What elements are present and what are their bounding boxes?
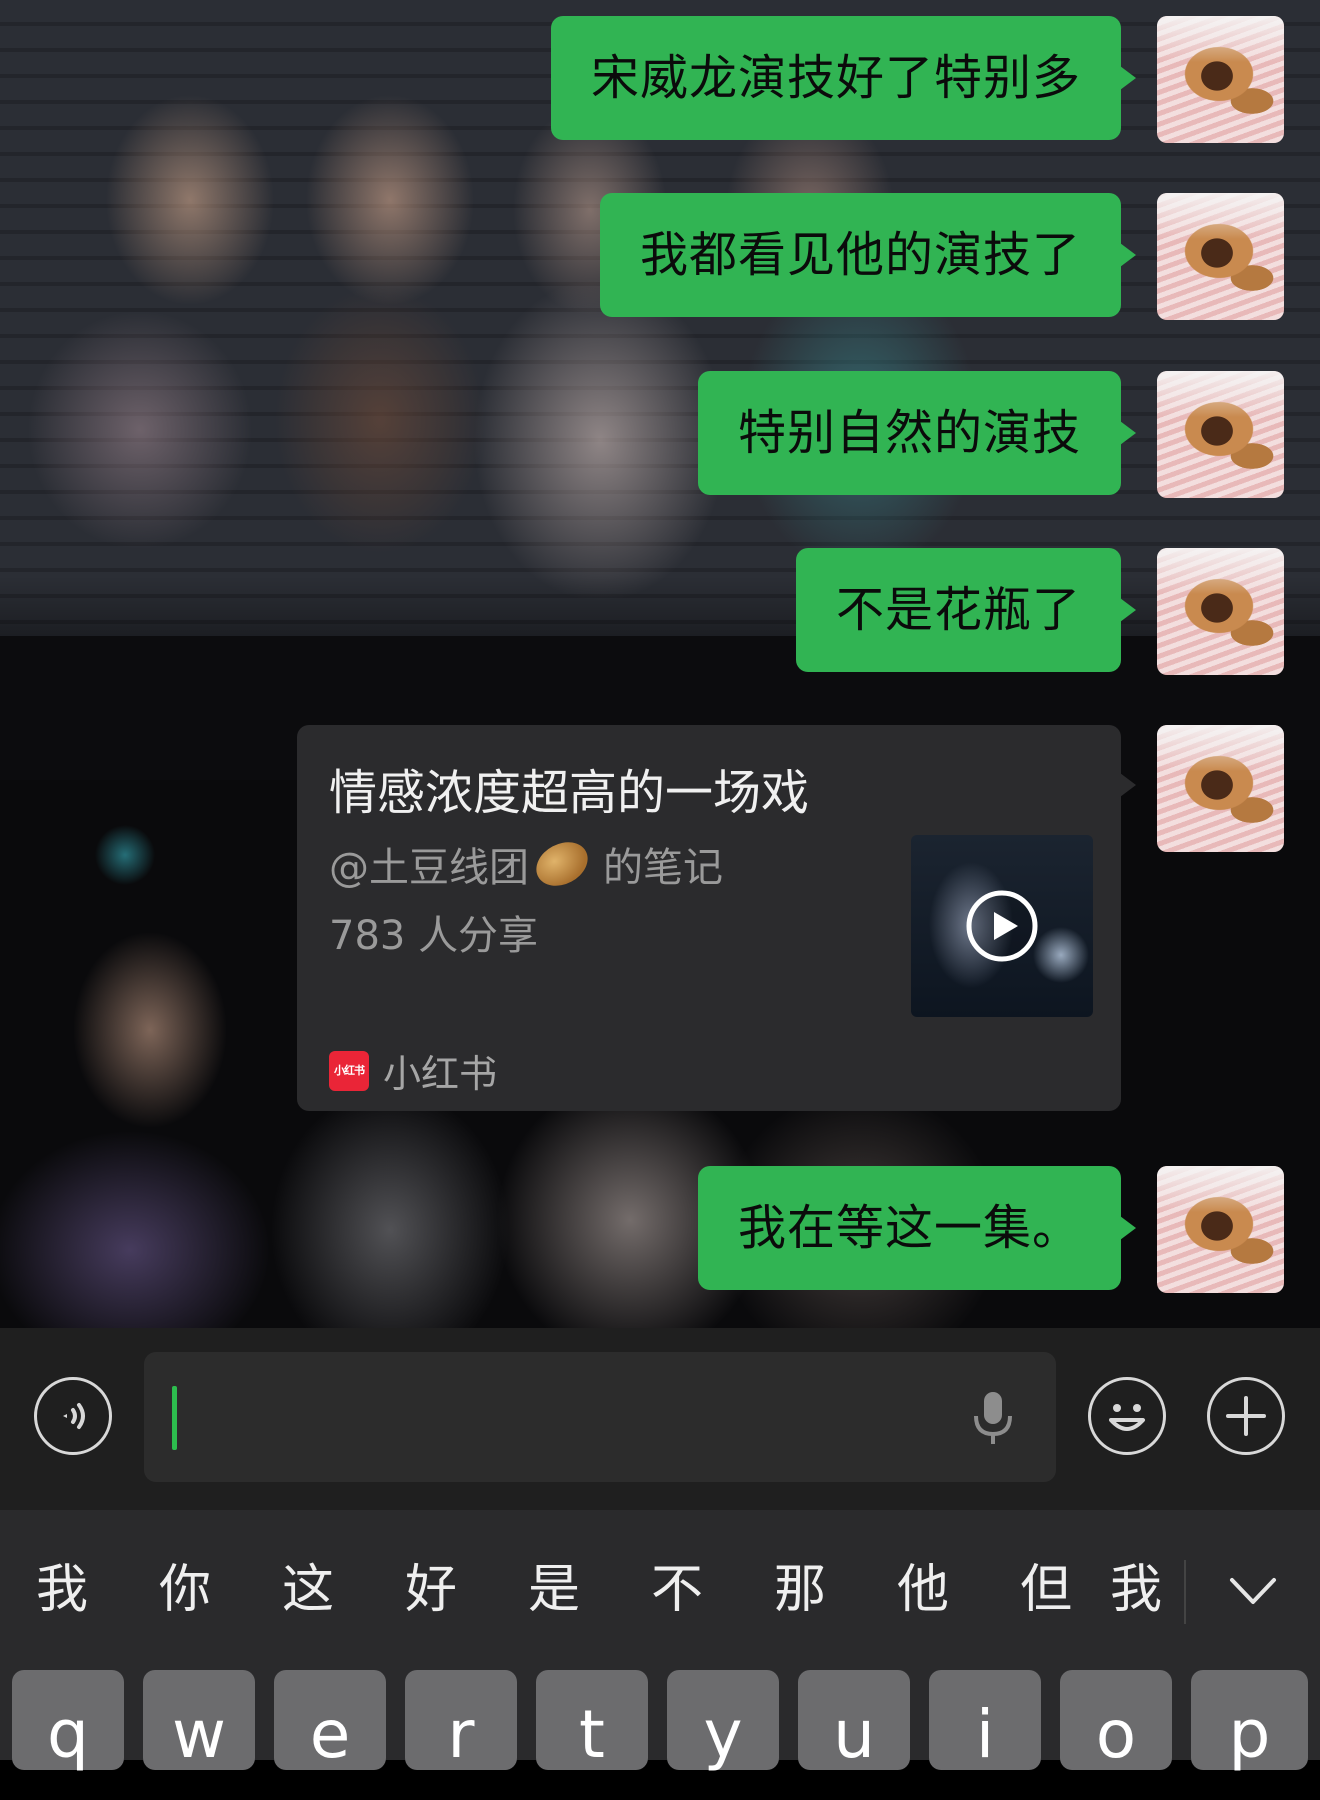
avatar[interactable] xyxy=(1157,16,1284,143)
xiaohongshu-logo-icon: 小红书 xyxy=(329,1050,369,1091)
card-author-name: @土豆线团 xyxy=(329,845,529,891)
key-y[interactable]: y xyxy=(667,1670,779,1773)
candidate-word[interactable]: 这 xyxy=(268,1510,348,1670)
message-text: 特别自然的演技 xyxy=(737,405,1081,461)
message-bubble[interactable]: 我在等这一集。 xyxy=(697,1166,1137,1290)
candidate-word[interactable]: 我 xyxy=(22,1510,102,1670)
avatar[interactable] xyxy=(1157,725,1284,852)
key-q[interactable]: q xyxy=(12,1670,124,1773)
candidate-word[interactable]: 不 xyxy=(637,1510,717,1670)
microphone-icon[interactable] xyxy=(970,1390,1016,1446)
candidate-divider xyxy=(1184,1560,1186,1624)
potato-emoji-icon xyxy=(528,833,596,895)
message-text: 不是花瓶了 xyxy=(835,582,1081,638)
key-u[interactable]: u xyxy=(798,1670,910,1773)
candidate-word[interactable]: 那 xyxy=(760,1510,840,1670)
avatar[interactable] xyxy=(1157,548,1284,675)
avatar[interactable] xyxy=(1157,371,1284,498)
message-text: 我都看见他的演技了 xyxy=(639,227,1081,283)
candidate-word[interactable]: 我 xyxy=(1110,1510,1184,1670)
card-author: @土豆线团 的笔记 xyxy=(329,833,723,895)
chevron-down-icon[interactable] xyxy=(1226,1566,1280,1614)
keyboard: 我 你 这 好 是 不 那 他 但 我 q w e r t y u i o p xyxy=(0,1510,1320,1773)
avatar[interactable] xyxy=(1157,1166,1284,1293)
voice-icon xyxy=(63,1403,85,1429)
input-bar xyxy=(0,1328,1320,1510)
message-text: 我在等这一集。 xyxy=(737,1200,1081,1256)
candidate-word[interactable]: 他 xyxy=(883,1510,963,1670)
voice-mode-button[interactable] xyxy=(34,1377,112,1455)
candidate-word[interactable]: 好 xyxy=(391,1510,471,1670)
key-w[interactable]: w xyxy=(143,1670,255,1773)
more-options-button[interactable] xyxy=(1207,1377,1285,1455)
message-bubble[interactable]: 宋威龙演技好了特别多 xyxy=(550,16,1137,140)
card-source-name: 小红书 xyxy=(383,1052,498,1096)
card-title: 情感浓度超高的一场戏 xyxy=(329,765,810,821)
emoji-icon xyxy=(1109,1404,1145,1431)
key-o[interactable]: o xyxy=(1060,1670,1172,1773)
key-p[interactable]: p xyxy=(1191,1670,1308,1773)
candidate-bar: 我 你 这 好 是 不 那 他 但 我 xyxy=(0,1510,1320,1670)
shared-note-card[interactable]: 情感浓度超高的一场戏 @土豆线团 的笔记 783 人分享 小红书 小红书 xyxy=(297,725,1136,1111)
card-author-suffix: 的笔记 xyxy=(603,845,723,891)
emoji-button[interactable] xyxy=(1088,1377,1166,1455)
card-source: 小红书 小红书 xyxy=(329,1043,497,1098)
key-r[interactable]: r xyxy=(405,1670,517,1773)
key-i[interactable]: i xyxy=(929,1670,1041,1773)
candidate-word[interactable]: 但 xyxy=(1006,1510,1086,1670)
message-input[interactable] xyxy=(144,1352,1056,1482)
plus-icon xyxy=(1226,1396,1266,1436)
candidate-word[interactable]: 你 xyxy=(145,1510,225,1670)
message-bubble[interactable]: 我都看见他的演技了 xyxy=(599,193,1137,317)
key-e[interactable]: e xyxy=(274,1670,386,1773)
candidate-word[interactable]: 是 xyxy=(514,1510,594,1670)
message-bubble[interactable]: 特别自然的演技 xyxy=(697,371,1137,495)
key-t[interactable]: t xyxy=(536,1670,648,1773)
card-share-count: 783 人分享 xyxy=(329,913,539,959)
message-text: 宋威龙演技好了特别多 xyxy=(590,50,1081,106)
avatar[interactable] xyxy=(1157,193,1284,320)
video-thumbnail[interactable] xyxy=(911,835,1093,1017)
play-icon xyxy=(966,890,1038,962)
text-caret xyxy=(172,1386,177,1450)
message-bubble[interactable]: 不是花瓶了 xyxy=(795,548,1137,672)
